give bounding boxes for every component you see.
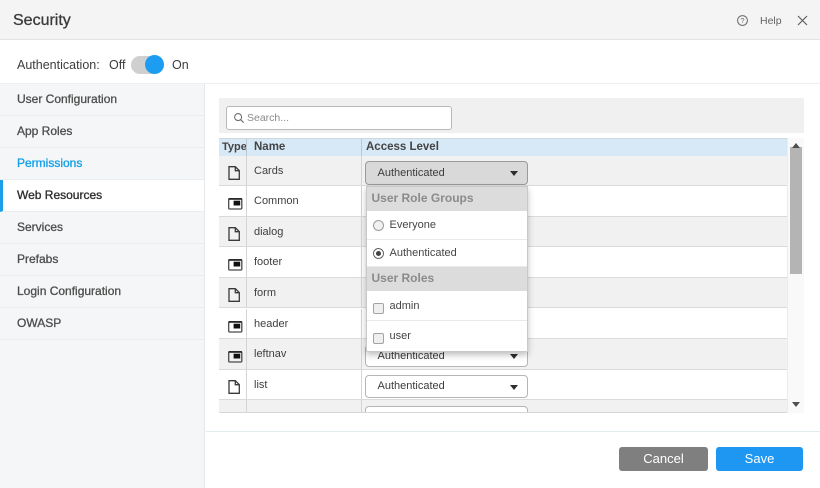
svg-text:?: ? [740, 16, 744, 25]
